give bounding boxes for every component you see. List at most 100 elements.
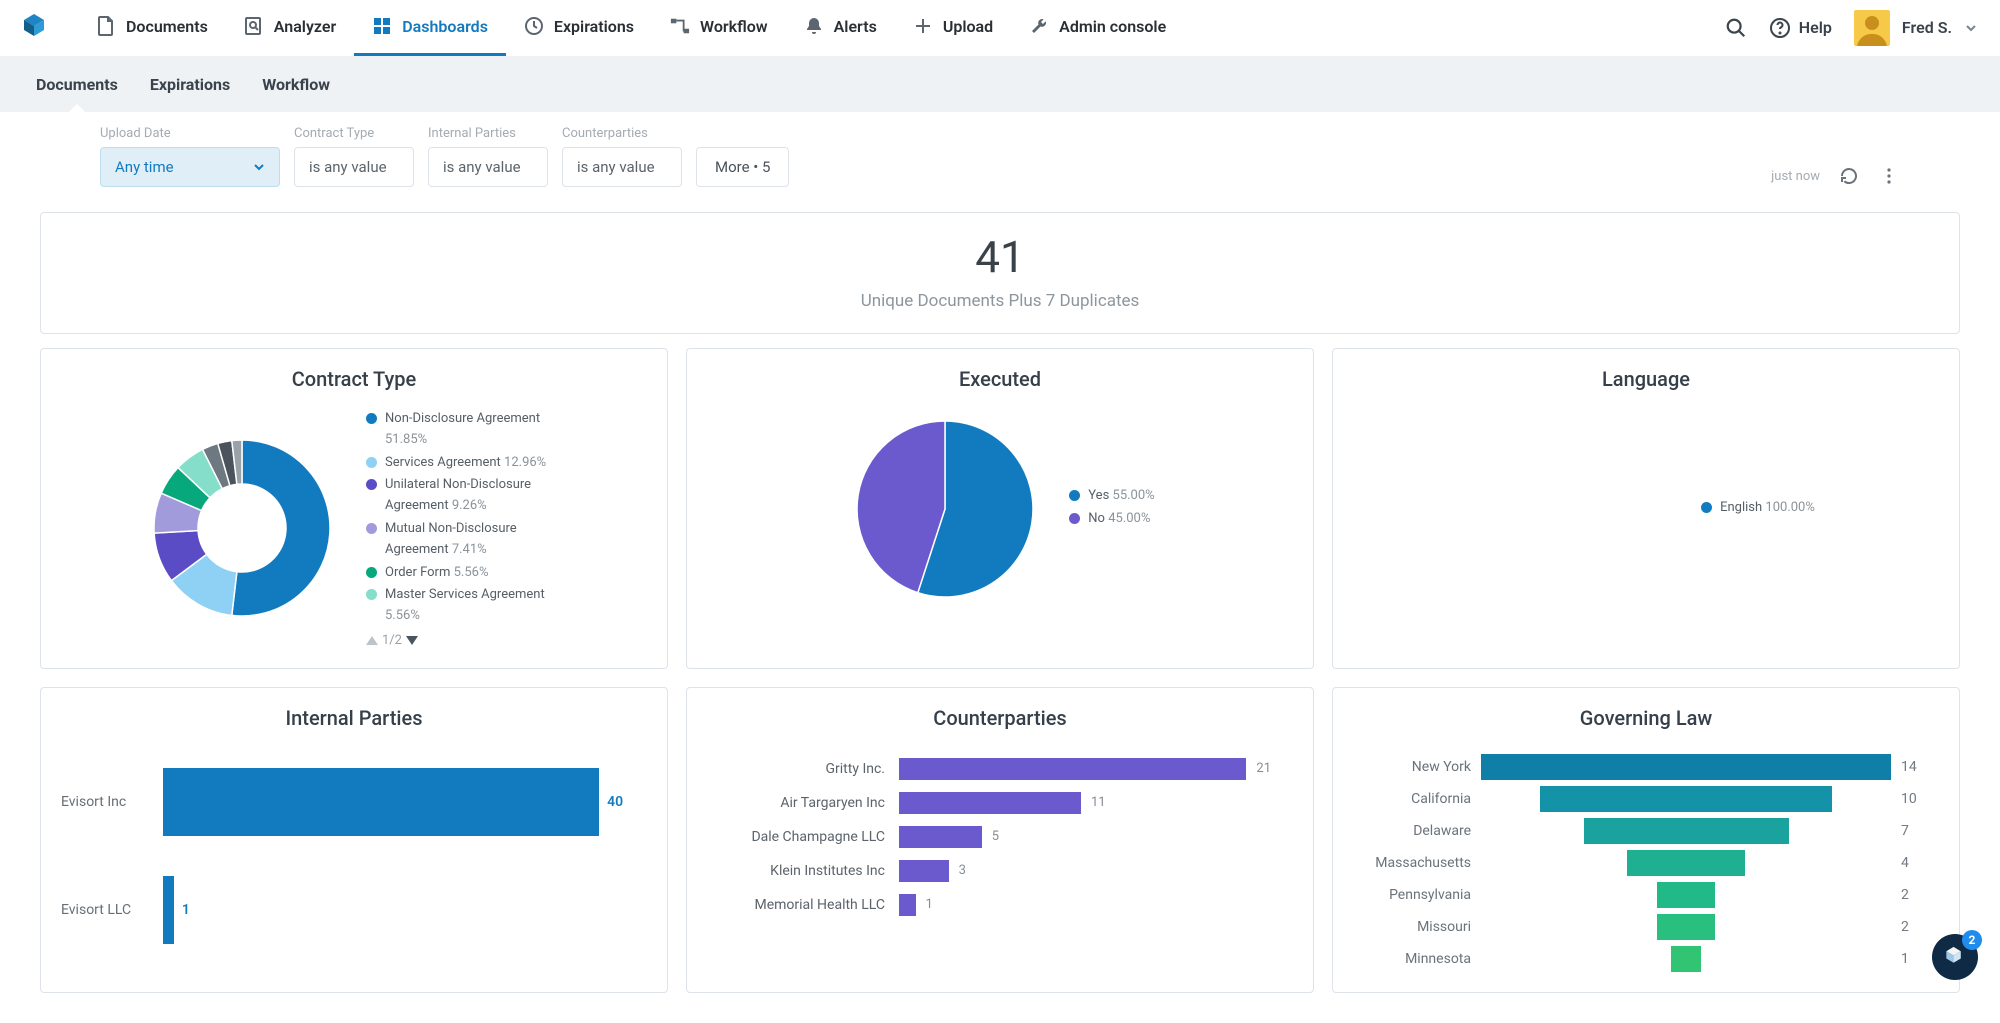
legend-item[interactable]: Order Form 5.56% bbox=[366, 563, 566, 584]
card-language: Language English 100.00% bbox=[1332, 348, 1960, 669]
bar-value: 5 bbox=[992, 829, 999, 844]
funnel-row[interactable]: New York 14 bbox=[1361, 754, 1931, 780]
card-governing-law: Governing Law New York 14 California 10 De… bbox=[1332, 687, 1960, 993]
card-title: Counterparties bbox=[707, 706, 1293, 730]
legend-item[interactable]: Master Services Agreement 5.56% bbox=[366, 585, 566, 627]
legend-swatch bbox=[366, 523, 377, 534]
filter-contract-type-select[interactable]: is any value bbox=[294, 147, 414, 187]
bar-row[interactable]: Evisort LLC 1 bbox=[61, 876, 637, 944]
kpi-value: 41 bbox=[41, 231, 1959, 283]
chat-widget-button[interactable]: 2 bbox=[1932, 934, 1978, 980]
card-title: Language bbox=[1353, 367, 1939, 391]
filter-value: is any value bbox=[443, 158, 521, 176]
nav-label: Upload bbox=[943, 17, 993, 36]
funnel-label: Delaware bbox=[1361, 823, 1471, 839]
filter-label: Upload Date bbox=[100, 126, 280, 141]
bar-row[interactable]: Air Targaryen Inc 11 bbox=[715, 792, 1285, 814]
filter-upload-date-select[interactable]: Any time bbox=[100, 147, 280, 187]
filter-counterparties-select[interactable]: is any value bbox=[562, 147, 682, 187]
bar-row[interactable]: Evisort Inc 40 bbox=[61, 768, 637, 836]
filter-upload-date: Upload Date Any time bbox=[100, 126, 280, 187]
legend-swatch bbox=[366, 589, 377, 600]
bar-chart[interactable]: Evisort Inc 40 Evisort LLC 1 bbox=[61, 748, 647, 944]
nav-expirations[interactable]: Expirations bbox=[506, 0, 652, 56]
more-filters-button[interactable]: More • 5 bbox=[696, 147, 789, 187]
legend-item[interactable]: Mutual Non-Disclosure Agreement 7.41% bbox=[366, 519, 566, 561]
funnel-row[interactable]: California 10 bbox=[1361, 786, 1931, 812]
nav-analyzer[interactable]: Analyzer bbox=[226, 0, 354, 56]
card-internal-parties: Internal Parties Evisort Inc 40Evisort L… bbox=[40, 687, 668, 993]
filter-label: Contract Type bbox=[294, 126, 414, 141]
legend-swatch bbox=[366, 567, 377, 578]
search-icon[interactable] bbox=[1725, 17, 1747, 39]
card-executed: Executed Yes 55.00%No 45.00% bbox=[686, 348, 1314, 669]
bar-row[interactable]: Dale Champagne LLC 5 bbox=[715, 826, 1285, 848]
nav-alerts[interactable]: Alerts bbox=[786, 0, 895, 56]
legend-item[interactable]: Yes 55.00% bbox=[1069, 486, 1154, 507]
nav-label: Workflow bbox=[700, 17, 768, 36]
subtab-label: Documents bbox=[36, 75, 118, 94]
bar-chart[interactable]: Gritty Inc. 21 Air Targaryen Inc 11 Dale C… bbox=[707, 748, 1293, 916]
nav-label: Expirations bbox=[554, 17, 634, 36]
nav-workflow[interactable]: Workflow bbox=[652, 0, 786, 56]
subtab-expirations[interactable]: Expirations bbox=[138, 56, 242, 112]
workflow-icon bbox=[670, 16, 690, 36]
funnel-value: 7 bbox=[1901, 823, 1931, 839]
more-menu-button[interactable] bbox=[1878, 165, 1900, 187]
subtab-label: Workflow bbox=[262, 75, 330, 94]
chevron-down-icon bbox=[1964, 21, 1978, 35]
nav-label: Admin console bbox=[1059, 17, 1166, 36]
bar-value: 1 bbox=[926, 897, 933, 912]
filter-counterparties: Counterparties is any value bbox=[562, 126, 682, 187]
funnel-value: 1 bbox=[1901, 951, 1931, 967]
legend-item[interactable]: Services Agreement 12.96% bbox=[366, 453, 566, 474]
legend-item[interactable]: Non-Disclosure Agreement 51.85% bbox=[366, 409, 566, 451]
funnel-row[interactable]: Pennsylvania 2 bbox=[1361, 882, 1931, 908]
nav-documents[interactable]: Documents bbox=[78, 0, 226, 56]
legend-swatch bbox=[366, 457, 377, 468]
funnel-chart[interactable]: New York 14 California 10 Delaware 7 Massac… bbox=[1353, 748, 1939, 972]
funnel-row[interactable]: Missouri 2 bbox=[1361, 914, 1931, 940]
triangle-down-icon bbox=[406, 636, 418, 645]
filter-internal-parties-select[interactable]: is any value bbox=[428, 147, 548, 187]
bar-label: Evisort Inc bbox=[61, 794, 145, 810]
bar-value: 40 bbox=[607, 794, 623, 810]
funnel-row[interactable]: Delaware 7 bbox=[1361, 818, 1931, 844]
nav-admin[interactable]: Admin console bbox=[1011, 0, 1184, 56]
bar-label: Memorial Health LLC bbox=[715, 897, 885, 913]
legend-item[interactable]: No 45.00% bbox=[1069, 509, 1154, 530]
funnel-row[interactable]: Massachusetts 4 bbox=[1361, 850, 1931, 876]
dashboard-icon bbox=[372, 16, 392, 36]
dashboard-area: 41 Unique Documents Plus 7 Duplicates Co… bbox=[0, 212, 2000, 1023]
subtab-documents[interactable]: Documents bbox=[24, 56, 130, 112]
bar-row[interactable]: Memorial Health LLC 1 bbox=[715, 894, 1285, 916]
bar-row[interactable]: Klein Institutes Inc 3 bbox=[715, 860, 1285, 882]
pager-text: 1/2 bbox=[382, 633, 402, 648]
bell-icon bbox=[804, 16, 824, 36]
nav-upload[interactable]: Upload bbox=[895, 0, 1011, 56]
notification-badge: 2 bbox=[1962, 930, 1982, 950]
legend-swatch bbox=[366, 479, 377, 490]
bar-value: 11 bbox=[1091, 795, 1106, 810]
user-menu[interactable]: Fred S. bbox=[1854, 10, 1978, 46]
funnel-row[interactable]: Minnesota 1 bbox=[1361, 946, 1931, 972]
donut-chart[interactable] bbox=[1477, 409, 1677, 609]
chart-legend: Non-Disclosure Agreement 51.85%Services … bbox=[366, 409, 566, 627]
legend-swatch bbox=[1069, 513, 1080, 524]
legend-item[interactable]: English 100.00% bbox=[1701, 498, 1815, 519]
legend-pager[interactable]: 1/2 bbox=[366, 633, 566, 648]
legend-text: Order Form 5.56% bbox=[385, 563, 488, 584]
help-icon bbox=[1769, 17, 1791, 39]
nav-dashboards[interactable]: Dashboards bbox=[354, 0, 506, 56]
pie-chart[interactable] bbox=[845, 409, 1045, 609]
card-grid: Contract Type Non-Disclosure Agreement 5… bbox=[40, 348, 1960, 993]
card-title: Governing Law bbox=[1353, 706, 1939, 730]
legend-item[interactable]: Unilateral Non-Disclosure Agreement 9.26… bbox=[366, 475, 566, 517]
legend-text: English 100.00% bbox=[1720, 498, 1815, 519]
donut-chart[interactable] bbox=[142, 428, 342, 628]
help-button[interactable]: Help bbox=[1769, 17, 1832, 39]
subtab-workflow[interactable]: Workflow bbox=[250, 56, 342, 112]
bar-row[interactable]: Gritty Inc. 21 bbox=[715, 758, 1285, 780]
refresh-button[interactable] bbox=[1838, 165, 1860, 187]
nav-label: Documents bbox=[126, 17, 208, 36]
